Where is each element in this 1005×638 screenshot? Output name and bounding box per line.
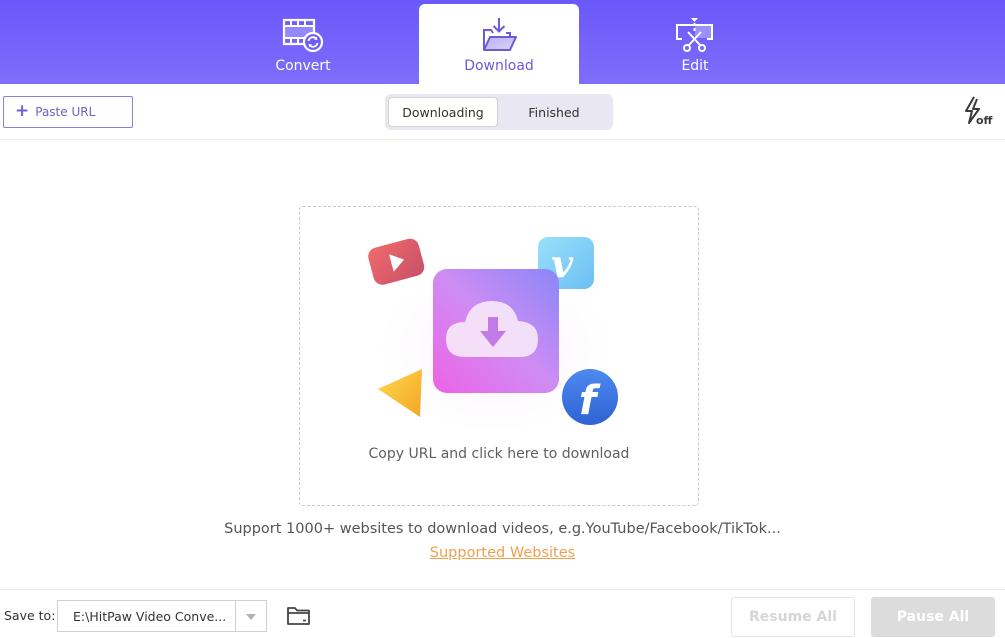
turbo-toggle-button[interactable]: off — [962, 96, 998, 128]
cloud-download-icon — [433, 269, 559, 393]
tab-edit-label: Edit — [681, 58, 709, 74]
open-folder-button[interactable] — [286, 604, 312, 628]
support-description: Support 1000+ websites to download video… — [224, 521, 781, 537]
tab-download[interactable]: Download — [419, 4, 579, 84]
app-window: Convert Download Edit + Paste URL Downlo… — [0, 0, 1005, 638]
scissors-cut-icon — [674, 17, 716, 53]
plus-icon: + — [15, 100, 30, 121]
footer-bar: Save to: E:\HitPaw Video Conve... Resume… — [0, 589, 1005, 638]
toolbar: + Paste URL Downloading Finished off — [0, 84, 1005, 140]
facebook-icon: f — [562, 369, 618, 425]
supported-websites-link[interactable]: Supported Websites — [430, 545, 575, 561]
save-to-label: Save to: — [4, 608, 56, 623]
film-convert-icon — [282, 17, 324, 53]
folder-download-icon — [478, 17, 520, 53]
tab-edit[interactable]: Edit — [615, 4, 775, 84]
tab-convert[interactable]: Convert — [223, 4, 383, 84]
save-path-value: E:\HitPaw Video Conve... — [73, 609, 227, 624]
lightning-off-icon: off — [965, 96, 993, 127]
pause-all-button[interactable]: Pause All — [871, 597, 995, 637]
tab-convert-label: Convert — [275, 58, 331, 74]
resume-all-button[interactable]: Resume All — [731, 597, 855, 637]
save-path-dropdown[interactable]: E:\HitPaw Video Conve... — [57, 600, 267, 632]
download-status-switch: Downloading Finished — [385, 94, 613, 130]
url-drop-zone[interactable]: v f Copy URL and click here to download — [299, 206, 699, 506]
segment-finished[interactable]: Finished — [500, 97, 608, 127]
drop-instruction: Copy URL and click here to download — [368, 446, 630, 462]
top-nav: Convert Download Edit — [0, 0, 1005, 84]
folder-icon — [287, 607, 310, 625]
paste-url-button[interactable]: + Paste URL — [3, 96, 133, 128]
dropdown-divider — [235, 601, 236, 631]
download-illustration: v f — [365, 237, 625, 429]
svg-text:off: off — [976, 114, 993, 127]
segment-downloading[interactable]: Downloading — [388, 97, 498, 127]
paste-url-label: Paste URL — [35, 105, 96, 119]
tab-download-label: Download — [464, 58, 534, 74]
chevron-down-icon — [246, 614, 256, 620]
